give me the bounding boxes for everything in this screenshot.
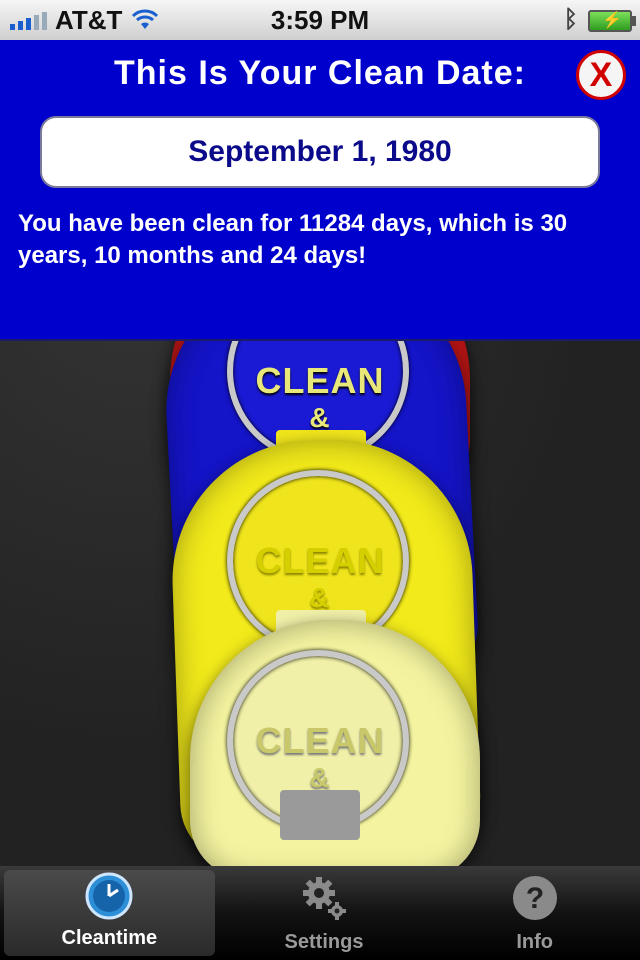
close-button[interactable]: X <box>576 50 626 100</box>
question-icon: ? <box>508 871 562 925</box>
tab-label: Cleantime <box>61 927 158 949</box>
keytag-connector <box>280 790 360 840</box>
clock-icon <box>82 870 136 921</box>
clean-time-message: You have been clean for 11284 days, whic… <box>18 210 568 269</box>
panel-title: This Is Your Clean Date: <box>114 54 526 92</box>
tab-settings[interactable]: Settings <box>219 866 430 960</box>
status-bar: AT&T 3:59 PM ᛒ ⚡ <box>0 0 640 41</box>
bluetooth-icon: ᛒ <box>563 6 578 33</box>
tab-label: Settings <box>284 931 364 953</box>
clean-date-panel: This Is Your Clean Date: X September 1, … <box>0 40 640 341</box>
tab-label: Info <box>516 931 553 953</box>
battery-icon: ⚡ <box>588 10 636 32</box>
svg-text:?: ? <box>526 882 544 915</box>
keytag-text: CLEAN & <box>255 360 385 433</box>
clock-time: 3:59 PM <box>270 5 370 35</box>
tab-bar: Cleantime Settings ? Info <box>0 866 640 960</box>
keytag-text: CLEAN & <box>255 540 385 613</box>
tab-info[interactable]: ? Info <box>429 866 640 960</box>
clean-date-display[interactable]: September 1, 1980 <box>40 116 600 188</box>
close-icon: X <box>589 55 613 94</box>
tab-cleantime[interactable]: Cleantime <box>4 870 215 956</box>
gear-icon <box>297 871 351 925</box>
keytag-text: CLEAN & <box>255 720 385 793</box>
